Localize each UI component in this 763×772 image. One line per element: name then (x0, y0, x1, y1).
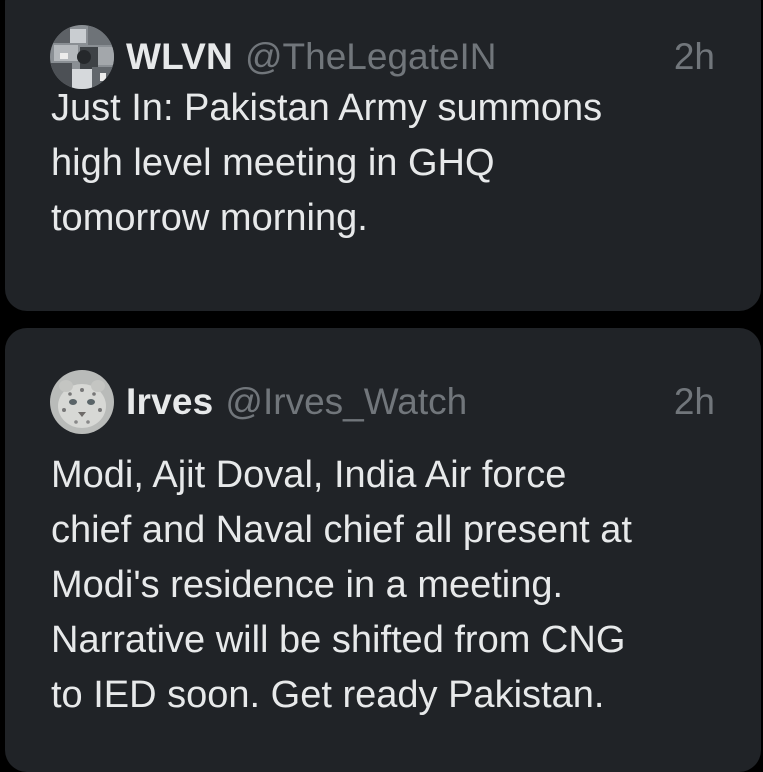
tweet-text-line: high level meeting in GHQ (51, 142, 495, 184)
display-name[interactable]: Irves (126, 381, 213, 423)
tweet-text-line: to IED soon. Get ready Pakistan. (51, 674, 605, 716)
display-name[interactable]: WLVN (126, 36, 233, 78)
timestamp[interactable]: 2h (674, 36, 715, 78)
quoted-tweet-wlvn[interactable]: WLVN @TheLegateIN 2h Just In: Pakistan A… (5, 0, 761, 311)
tweet-text: Just In: Pakistan Army summons high leve… (51, 81, 731, 246)
avatar-snow-leopard-icon[interactable] (50, 370, 114, 434)
tweet-text-line: Narrative will be shifted from CNG (51, 619, 626, 661)
tweet-text: Modi, Ajit Doval, India Air force chief … (51, 448, 731, 723)
user-handle[interactable]: @Irves_Watch (225, 381, 467, 423)
tweet-text-line: Modi's residence in a meeting. (51, 564, 564, 606)
tweet-text-line: tomorrow morning. (51, 197, 368, 239)
user-handle[interactable]: @TheLegateIN (245, 36, 496, 78)
avatar-wlvn-icon[interactable] (50, 25, 114, 89)
timestamp[interactable]: 2h (674, 381, 715, 423)
tweet-text-line: chief and Naval chief all present at (51, 509, 632, 551)
quoted-tweet-irves[interactable]: Irves @Irves_Watch 2h Modi, Ajit Doval, … (5, 328, 761, 772)
tweet-text-line: Just In: Pakistan Army summons (51, 87, 603, 129)
tweet-text-line: Modi, Ajit Doval, India Air force (51, 454, 567, 496)
tweet-header: WLVN @TheLegateIN 2h (50, 25, 715, 89)
tweet-header: Irves @Irves_Watch 2h (50, 370, 715, 434)
